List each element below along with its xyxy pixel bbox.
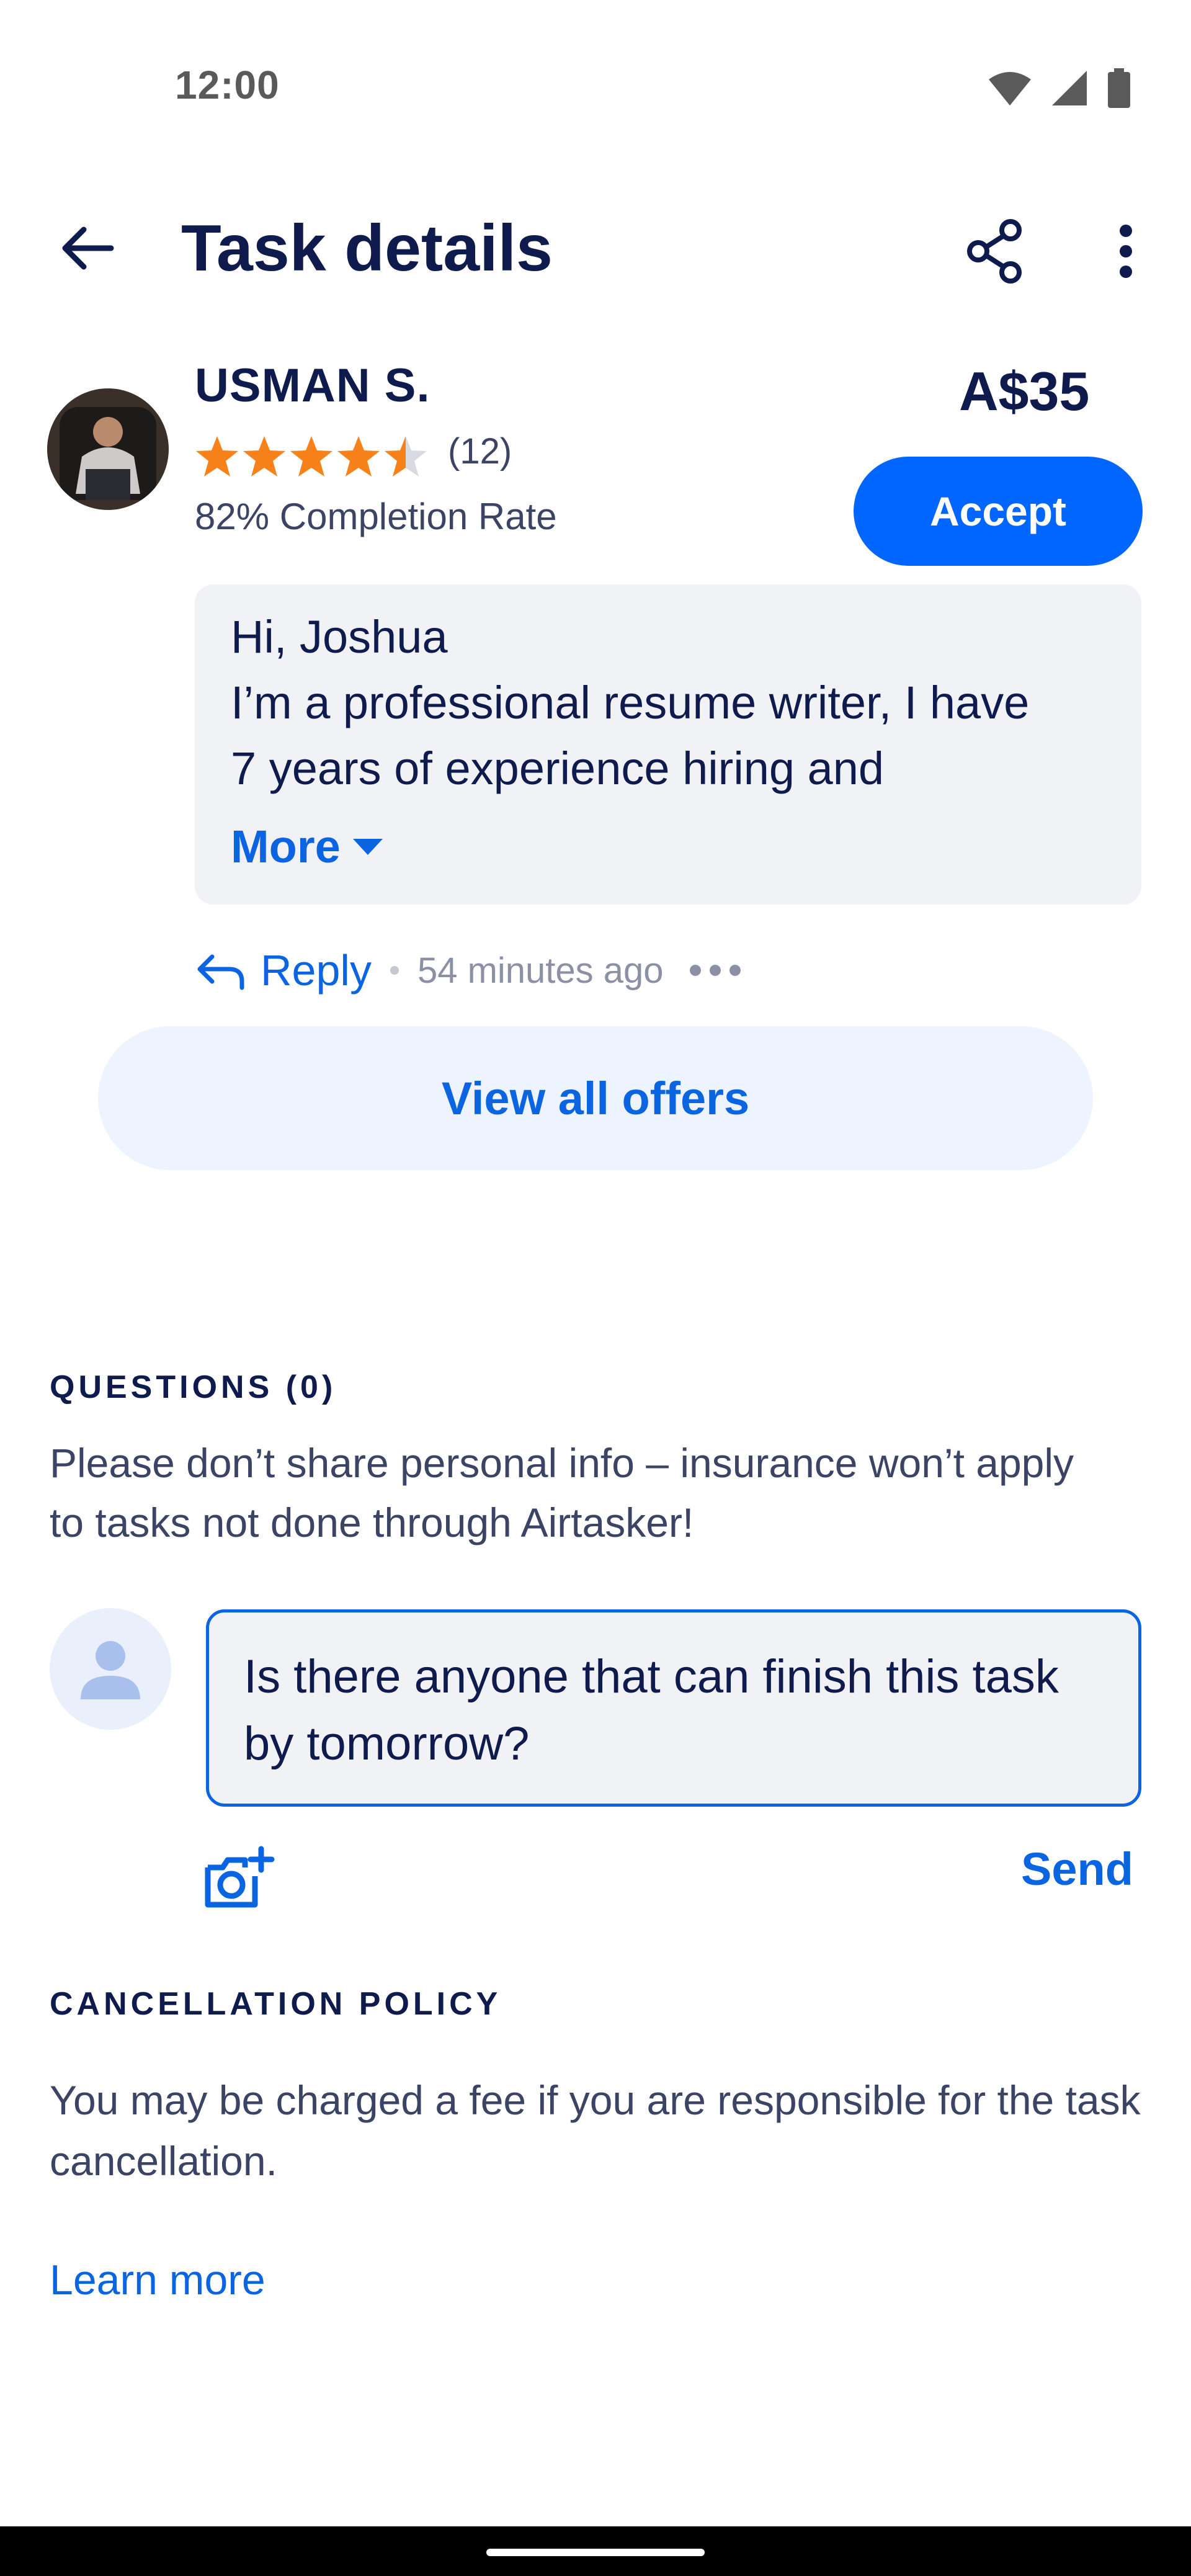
- star-icon: [337, 436, 380, 476]
- message-line: Hi, Joshua: [231, 611, 448, 663]
- star-icon: [385, 436, 427, 476]
- rating-count: (12): [448, 431, 512, 472]
- more-label: More: [231, 821, 341, 872]
- send-button[interactable]: Send: [1021, 1843, 1133, 1895]
- message-line: I’m a professional resume writer, I have: [231, 677, 1030, 728]
- signal-icon: [1052, 71, 1087, 105]
- back-button[interactable]: [50, 211, 124, 285]
- avatar-photo: [47, 388, 169, 510]
- more-link[interactable]: More: [231, 820, 384, 873]
- accept-button[interactable]: Accept: [854, 457, 1143, 566]
- star-icon: [196, 436, 238, 476]
- cancellation-heading: CANCELLATION POLICY: [50, 1986, 502, 2022]
- offer-message: Hi, Joshua I’m a professional resume wri…: [195, 584, 1141, 905]
- caret-down-icon: [352, 838, 383, 855]
- star-icon: [243, 436, 285, 476]
- status-icons: [988, 68, 1131, 108]
- message-line: 7 years of experience hiring and: [231, 743, 885, 794]
- reply-row: Reply 54 minutes ago: [195, 944, 741, 996]
- offer-price: A$35: [959, 360, 1090, 422]
- more-horiz-icon[interactable]: [689, 965, 741, 976]
- rating-stars: [195, 434, 428, 479]
- page-title: Task details: [181, 212, 553, 285]
- battery-icon: [1108, 68, 1130, 108]
- questions-info: Please don’t share personal info – insur…: [50, 1440, 1074, 1545]
- share-icon: [967, 219, 1022, 284]
- completion-rate: 82% Completion Rate: [195, 496, 557, 537]
- tasker-name[interactable]: USMAN S.: [195, 359, 430, 413]
- home-gesture-handle[interactable]: [486, 2549, 705, 2556]
- questions-heading: QUESTIONS (0): [50, 1369, 337, 1405]
- question-input-value: Is there anyone that can finish this tas…: [244, 1650, 1059, 1770]
- share-button[interactable]: [955, 211, 1036, 292]
- more-vert-icon: [1120, 225, 1132, 278]
- person-icon: [81, 1641, 140, 1699]
- time-ago: 54 minutes ago: [417, 950, 664, 991]
- tasker-avatar[interactable]: [47, 388, 169, 510]
- separator-dot: [390, 966, 399, 975]
- reply-icon[interactable]: [195, 944, 247, 996]
- cancellation-text: You may be charged a fee if you are resp…: [50, 2077, 1141, 2184]
- more-options-button[interactable]: [1086, 211, 1166, 292]
- status-time: 12:00: [175, 63, 280, 107]
- add-photo-button[interactable]: [198, 1839, 279, 1920]
- view-all-offers-button[interactable]: View all offers: [98, 1026, 1093, 1170]
- back-arrow-icon: [62, 226, 114, 270]
- reply-button[interactable]: Reply: [261, 946, 372, 995]
- user-avatar: [50, 1608, 171, 1730]
- star-icon: [290, 436, 332, 476]
- question-input[interactable]: Is there anyone that can finish this tas…: [206, 1609, 1141, 1807]
- add-photo-icon: [205, 1846, 275, 1908]
- learn-more-link[interactable]: Learn more: [50, 2256, 265, 2304]
- wifi-icon: [989, 72, 1031, 105]
